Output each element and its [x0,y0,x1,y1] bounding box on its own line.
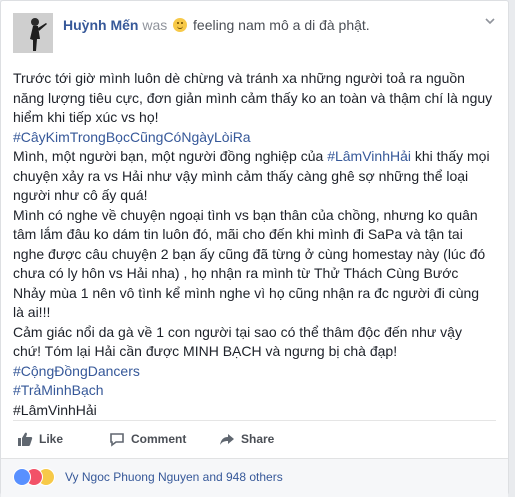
author-avatar[interactable] [13,13,53,53]
post-card: Huỳnh Mến was feeling nam mô a di đà phậ… [0,0,509,497]
share-icon [220,434,234,445]
reactions-bar: Vy Ngoc Phuong Nguyen and 948 others [1,458,508,497]
paragraph-2-start: Mình, một người bạn, một người đồng nghi… [13,148,328,164]
comment-icon [110,433,124,447]
smiley-emoji-icon [173,18,188,32]
paragraph-4: Cảm giác nổi da gà về 1 con người tại sa… [13,323,462,360]
like-button[interactable]: Like [17,431,63,447]
reactions-summary[interactable]: Vy Ngoc Phuong Nguyen and 948 others [65,470,283,484]
hashtag-link[interactable]: #TrảMinhBạch [13,382,104,398]
comment-button[interactable]: Comment [109,431,186,447]
paragraph-2: Mình, một người bạn, một người đồng nghi… [13,147,493,206]
post-header: Huỳnh Mến was feeling nam mô a di đà phậ… [13,13,496,57]
was-label: was [142,17,168,33]
hashtag-link[interactable]: #LâmVinhHải [327,148,411,164]
paragraph-3: Mình có nghe về chuyện ngoại tình vs bạn… [13,206,486,321]
feeling-text: feeling nam mô a di đà phật. [193,17,370,33]
post-author-line: Huỳnh Mến was feeling nam mô a di đà phậ… [63,17,370,33]
author-name[interactable]: Huỳnh Mến [63,17,138,33]
share-label: Share [241,432,275,446]
comment-label: Comment [131,432,187,446]
post-body: Trước tới giờ mình luôn dè chừng và trán… [13,69,493,420]
like-label: Like [39,432,64,446]
share-button[interactable]: Share [219,431,274,447]
post-actions-bar: Like Comment Share [13,420,496,459]
reaction-icons[interactable] [13,468,73,486]
thumbs-up-icon [18,432,33,446]
paragraph-1: Trước tới giờ mình luôn dè chừng và trán… [13,70,493,125]
chevron-down-icon[interactable] [484,15,496,27]
hashtag-link[interactable]: #CộngĐồngDancers [13,363,140,379]
hashtag-link[interactable]: #CâyKimTrongBọcCũngCóNgàyLòiRa [13,129,251,145]
like-reaction-icon [13,468,31,486]
hashtag-plain: #LâmVinhHải [13,401,97,418]
